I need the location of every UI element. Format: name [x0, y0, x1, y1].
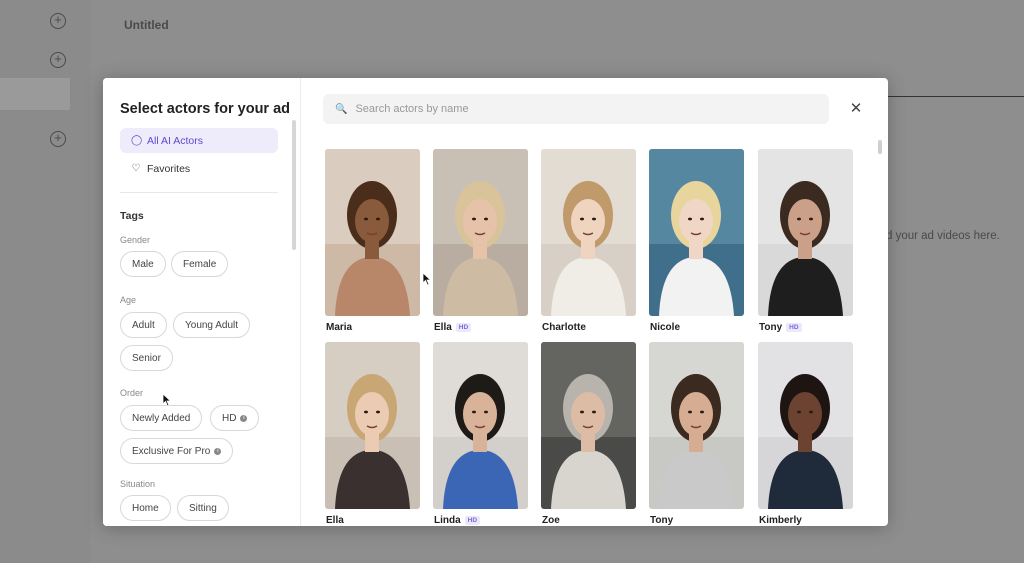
sidebar-divider — [120, 192, 278, 193]
actor-card[interactable]: Kimberly — [758, 342, 853, 526]
mouse-pointer-icon — [422, 272, 432, 286]
plus-circle-icon: + — [50, 131, 66, 147]
actor-name: Kimberly — [759, 515, 802, 526]
actor-card[interactable]: Tony — [649, 342, 744, 526]
actor-thumbnail[interactable] — [758, 342, 853, 509]
filter-sidebar: Select actors for your ad ◯ All AI Actor… — [103, 78, 301, 526]
chip-sitting[interactable]: Sitting — [177, 495, 229, 521]
chip-label: HD — [222, 412, 237, 424]
actor-name: Nicole — [650, 322, 681, 333]
chip-newly-added[interactable]: Newly Added — [120, 405, 203, 431]
nav-favorites[interactable]: ♡ Favorites — [120, 156, 278, 181]
grid-scrollbar[interactable] — [878, 140, 882, 154]
actor-card[interactable]: Maria — [325, 149, 420, 336]
actor-thumbnail[interactable] — [325, 342, 420, 509]
actor-thumbnail[interactable] — [649, 149, 744, 316]
situation-label: Situation — [120, 479, 156, 489]
actor-thumbnail[interactable] — [433, 342, 528, 509]
actor-card[interactable]: Zoe — [541, 342, 636, 526]
actor-card[interactable]: Charlotte — [541, 149, 636, 336]
info-icon: i — [214, 447, 222, 455]
sidebar-scrollbar[interactable] — [292, 120, 296, 250]
nav-all-ai-actors[interactable]: ◯ All AI Actors — [120, 128, 278, 153]
user-icon: ◯ — [131, 135, 143, 146]
actor-name-row: Kimberly — [759, 515, 802, 526]
plus-circle-icon: + — [50, 52, 66, 68]
info-icon: i — [240, 414, 248, 422]
actor-name: Linda — [434, 515, 461, 526]
background-hint: d your ad videos here. — [886, 230, 1000, 242]
actors-panel: 🔍 ✕ MariaEllaHDCharlotteNicoleTonyHDElla… — [301, 78, 888, 526]
chip-young-adult[interactable]: Young Adult — [173, 312, 251, 338]
actor-name: Ella — [326, 515, 344, 526]
actor-name-row: Ella HD — [434, 322, 472, 333]
actor-name-row: Zoe — [542, 515, 560, 526]
actor-name-row: Charlotte — [542, 322, 586, 333]
chip-senior[interactable]: Senior — [120, 345, 173, 371]
age-label: Age — [120, 295, 137, 305]
actor-name-row: Ella — [326, 515, 344, 526]
actor-card[interactable]: Nicole — [649, 149, 744, 336]
actor-name-row: Tony HD — [759, 322, 802, 333]
actor-card[interactable]: Linda HD — [433, 342, 528, 526]
close-icon[interactable]: ✕ — [846, 99, 866, 119]
search-icon: 🔍 — [335, 103, 348, 115]
hd-badge: HD — [786, 323, 802, 332]
actor-thumbnail[interactable] — [649, 342, 744, 509]
select-actors-modal: Select actors for your ad ◯ All AI Actor… — [103, 78, 888, 526]
search-input[interactable] — [355, 103, 796, 115]
heart-icon: ♡ — [131, 163, 141, 174]
actor-card[interactable]: Ella — [325, 342, 420, 526]
actor-name-row: Maria — [326, 322, 352, 333]
actor-card[interactable]: Ella HD — [433, 149, 528, 336]
hd-badge: HD — [464, 516, 481, 525]
modal-title: Select actors for your ad — [120, 101, 291, 117]
chip-male[interactable]: Male — [120, 251, 166, 277]
background-sidebar: + + + — [0, 0, 90, 563]
actor-name: Tony — [759, 322, 783, 333]
order-label: Order — [120, 388, 144, 398]
actor-name-row: Tony — [650, 515, 673, 526]
chip-home[interactable]: Home — [120, 495, 171, 521]
mouse-pointer-icon — [162, 393, 172, 407]
actor-thumbnail[interactable] — [541, 342, 636, 509]
hd-badge: HD — [455, 323, 472, 332]
actor-name-row: Linda HD — [434, 515, 481, 526]
chip-hd[interactable]: HD i — [210, 405, 260, 431]
actor-name: Tony — [650, 515, 674, 526]
actor-thumbnail[interactable] — [433, 149, 528, 316]
chip-adult[interactable]: Adult — [120, 312, 167, 338]
actor-name-row: Nicole — [650, 322, 680, 333]
nav-item-label: All AI Actors — [147, 134, 204, 147]
chip-exclusive-for-pro[interactable]: Exclusive For Pro i — [120, 438, 234, 464]
background-selected-item — [0, 78, 70, 110]
nav-item-label: Favorites — [147, 162, 191, 175]
chip-label: Exclusive For Pro — [132, 445, 211, 457]
chip-female[interactable]: Female — [171, 251, 229, 277]
search-bar[interactable]: 🔍 — [323, 94, 829, 124]
background-divider — [880, 96, 1024, 97]
actor-thumbnail[interactable] — [325, 149, 420, 316]
actor-name: Ella — [434, 322, 452, 333]
actor-name: Charlotte — [542, 322, 586, 333]
plus-circle-icon: + — [50, 13, 66, 29]
tags-heading: Tags — [120, 210, 144, 222]
actor-thumbnail[interactable] — [541, 149, 636, 316]
actor-card[interactable]: Tony HD — [758, 149, 853, 336]
background-doc-title: Untitled — [124, 18, 169, 32]
actor-name: Zoe — [542, 515, 560, 526]
actor-name: Maria — [326, 322, 353, 333]
gender-label: Gender — [120, 235, 151, 245]
actor-thumbnail[interactable] — [758, 149, 853, 316]
